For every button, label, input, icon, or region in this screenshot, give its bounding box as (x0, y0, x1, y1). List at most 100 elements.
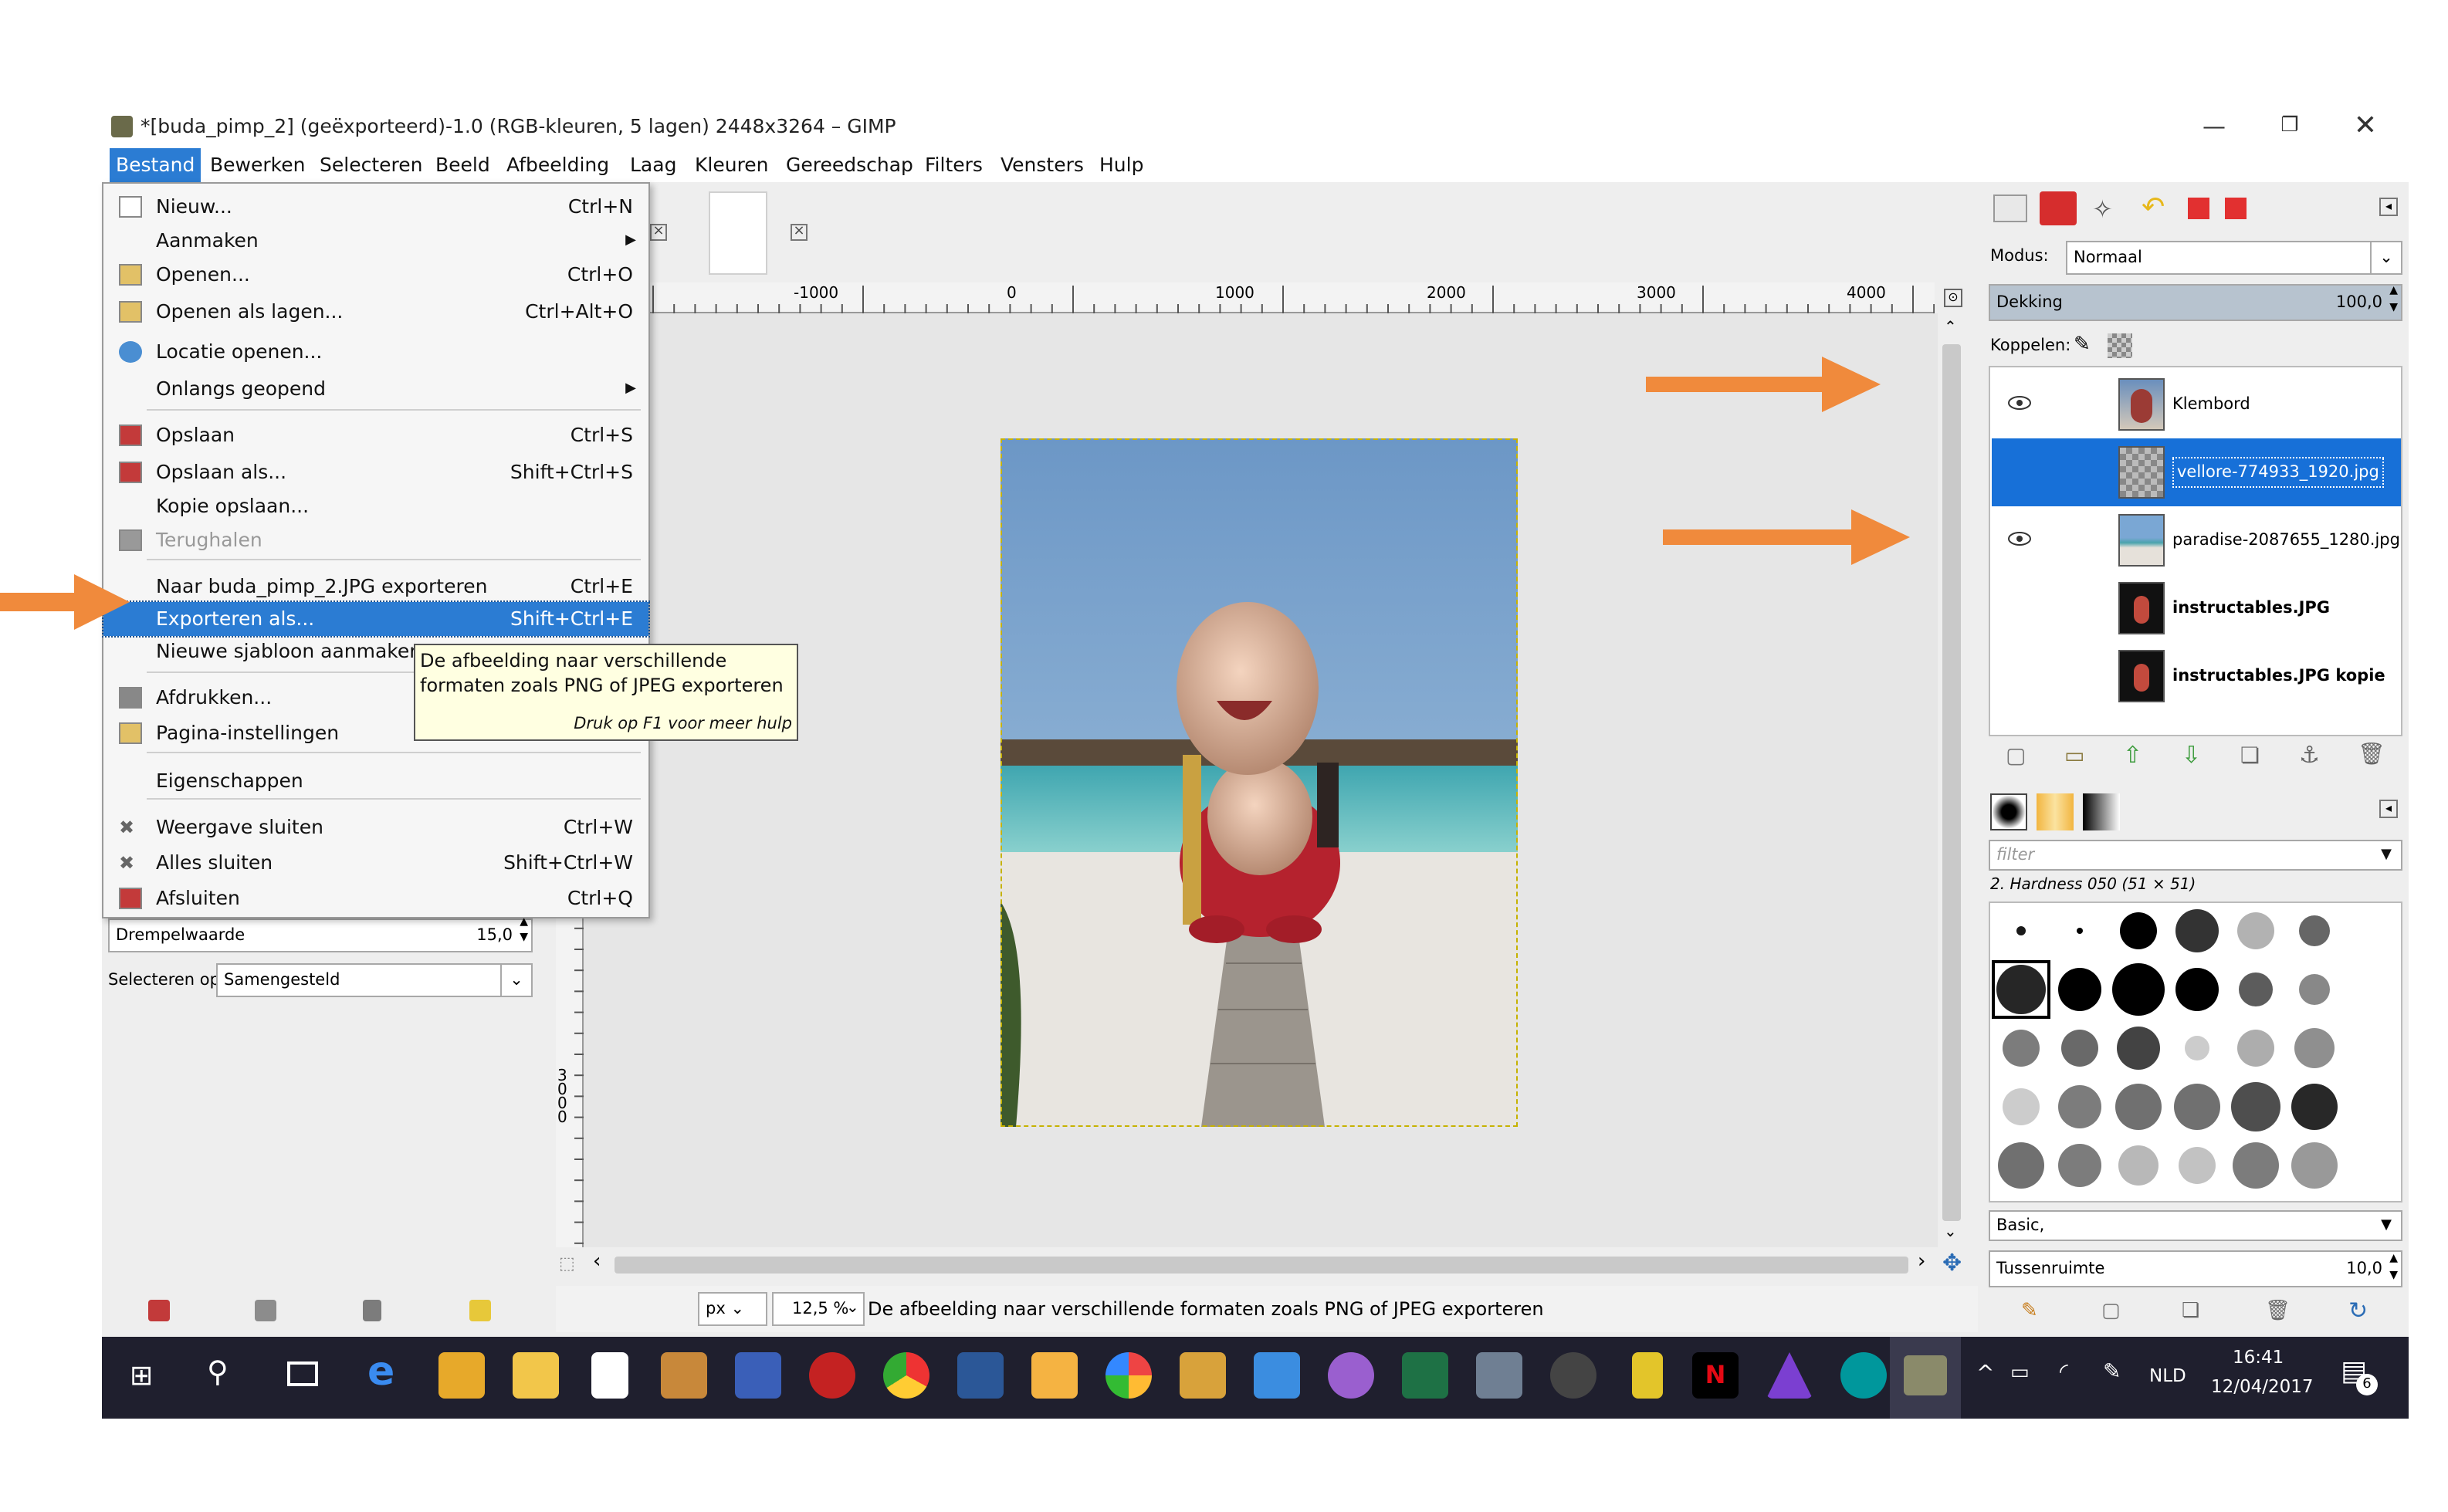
onedrive-icon[interactable] (1254, 1352, 1300, 1399)
reset-options-icon[interactable] (469, 1300, 491, 1321)
brush-filter-input[interactable]: filter ▼ (1989, 840, 2402, 871)
paths-tab-icon[interactable]: ✧ (2092, 194, 2129, 224)
layer-row[interactable]: paradise-2087655_1280.jpg (1992, 506, 2401, 574)
excel-icon[interactable] (1402, 1352, 1448, 1399)
menu-item-nieuw[interactable]: Nieuw... Ctrl+N (103, 190, 648, 224)
netflix-icon[interactable]: N (1692, 1352, 1739, 1399)
image-canvas[interactable] (584, 313, 1938, 1247)
battery-icon[interactable]: ▭ (2010, 1361, 2030, 1385)
edge-icon[interactable]: e (367, 1349, 394, 1395)
menu-afbeelding[interactable]: Afbeelding (500, 148, 615, 182)
delete-options-icon[interactable] (363, 1300, 381, 1321)
spin-arrows-icon[interactable]: ▲ ▼ (2389, 282, 2398, 316)
chevron-down-icon[interactable]: ⌄ (500, 965, 531, 996)
scrollbar-thumb[interactable] (615, 1257, 1908, 1274)
menu-item-kopie-opslaan[interactable]: Kopie opslaan... (103, 489, 648, 523)
duplicate-layer-icon[interactable]: ❏ (2240, 744, 2260, 769)
app-icon[interactable] (1766, 1352, 1813, 1399)
navigate-move-icon[interactable]: ✥ (1942, 1249, 1962, 1277)
app-icon[interactable] (1632, 1352, 1663, 1399)
menu-item-opslaan-als[interactable]: Opslaan als... Shift+Ctrl+S (103, 455, 648, 489)
chevron-down-icon[interactable]: ▼ (2381, 841, 2392, 869)
menu-item-weergave-sluiten[interactable]: ✖ Weergave sluiten Ctrl+W (103, 810, 648, 844)
undo-history-icon[interactable]: ↶ (2142, 191, 2165, 224)
chevron-down-icon[interactable]: ⌄ (2370, 242, 2401, 273)
task-view-icon[interactable] (287, 1361, 318, 1386)
gimp-taskbar-button[interactable] (1890, 1337, 1961, 1419)
restore-icon[interactable]: ❐ (2254, 105, 2325, 148)
delete-layer-icon[interactable]: 🗑 (2358, 742, 2385, 767)
picasa-icon[interactable] (1105, 1352, 1152, 1399)
scroll-left-icon[interactable]: ‹ (593, 1250, 601, 1274)
tab-close-icon[interactable]: × (791, 224, 808, 241)
chevron-down-icon[interactable]: ▼ (2381, 1212, 2392, 1240)
app-icon[interactable] (1476, 1352, 1522, 1399)
eye-icon[interactable] (2007, 394, 2032, 412)
minimize-icon[interactable]: — (2179, 105, 2250, 148)
mail-icon[interactable] (438, 1352, 485, 1399)
vertical-scrollbar[interactable]: ⌃ ⌄ (1938, 313, 1966, 1247)
tab-icon[interactable] (2225, 198, 2247, 219)
close-icon[interactable]: ✕ (2330, 105, 2401, 148)
quick-mask-icon[interactable]: ⬚ (559, 1253, 575, 1274)
language-indicator[interactable]: NLD (2149, 1365, 2186, 1386)
menu-beeld[interactable]: Beeld (429, 148, 496, 182)
refresh-brushes-icon[interactable]: ↻ (2348, 1297, 2368, 1324)
menu-item-opslaan[interactable]: Opslaan Ctrl+S (103, 418, 648, 452)
scrollbar-thumb[interactable] (1942, 344, 1961, 1221)
menu-laag[interactable]: Laag (624, 148, 682, 182)
menu-gereedschap[interactable]: Gereedschap (780, 148, 919, 182)
delete-brush-icon[interactable]: 🗑 (2265, 1300, 2291, 1323)
new-layer-icon[interactable]: ▢ (2006, 744, 2026, 769)
new-brush-icon[interactable]: ▢ (2101, 1300, 2121, 1323)
scroll-right-icon[interactable]: › (1918, 1250, 1925, 1274)
scroll-down-icon[interactable]: ⌄ (1944, 1224, 1957, 1241)
layer-row-selected[interactable]: vellore-774933_1920.jpg (1992, 438, 2401, 506)
lock-paint-icon[interactable]: ✎ (2074, 333, 2091, 357)
menu-item-naar-buda-pimp-2-jpg-exporteren[interactable]: Naar buda_pimp_2.JPG exporteren Ctrl+E (103, 570, 648, 604)
search-icon[interactable]: ⚲ (207, 1355, 229, 1389)
menu-filters[interactable]: Filters (919, 148, 989, 182)
menu-vensters[interactable]: Vensters (994, 148, 1090, 182)
chevron-down-icon[interactable]: ⌄ (846, 1286, 859, 1332)
opacity-slider[interactable]: Dekking 100,0 ▲ ▼ (1989, 284, 2402, 321)
menu-item-afsluiten[interactable]: Afsluiten Ctrl+Q (103, 881, 648, 915)
chevron-up-icon[interactable]: ^ (1976, 1361, 1994, 1386)
layer-row[interactable]: instructables.JPG (1992, 574, 2401, 642)
image-tab-thumbnail[interactable] (709, 191, 767, 275)
menu-item-locatie-openen[interactable]: Locatie openen... (103, 335, 648, 369)
duplicate-brush-icon[interactable]: ❏ (2182, 1300, 2199, 1323)
brush-preset-dropdown[interactable]: Basic, ▼ (1989, 1210, 2402, 1241)
spacing-slider[interactable]: Tussenruimte 10,0 ▲ ▼ (1989, 1250, 2402, 1287)
lower-layer-icon[interactable]: ⇩ (2182, 741, 2201, 769)
edit-brush-icon[interactable]: ✎ (2021, 1300, 2038, 1323)
brushes-tab-icon[interactable] (1990, 793, 2027, 830)
scroll-up-icon[interactable]: ⌃ (1944, 320, 1957, 337)
menu-item-aanmaken[interactable]: Aanmaken ▶ (103, 224, 648, 258)
menu-item-eigenschappen[interactable]: Eigenschappen (103, 764, 648, 798)
mode-dropdown[interactable]: Normaal ⌄ (2066, 241, 2402, 275)
layer-row[interactable]: Klembord (1992, 370, 2401, 438)
save-options-icon[interactable] (148, 1300, 170, 1321)
threshold-spinner[interactable]: Drempelwaarde 15,0 ▲ ▼ (108, 915, 533, 952)
unit-select[interactable]: px ⌄ (698, 1292, 767, 1326)
clock-date[interactable]: 12/04/2017 (2211, 1375, 2314, 1397)
menu-item-exporteren-als[interactable]: Exporteren als... Shift+Ctrl+E (102, 600, 650, 638)
patterns-tab-icon[interactable] (2037, 793, 2074, 830)
menu-item-onlangs-geopend[interactable]: Onlangs geopend ▶ (103, 372, 648, 406)
store-icon[interactable] (591, 1352, 628, 1399)
tab-close-icon[interactable]: × (650, 224, 667, 241)
clock-time[interactable]: 16:41 (2233, 1346, 2284, 1368)
spin-arrows-icon[interactable]: ▲ ▼ (2389, 1250, 2398, 1284)
layer-row[interactable]: instructables.JPG kopie (1992, 642, 2401, 710)
restore-options-icon[interactable] (255, 1300, 276, 1321)
menu-selecteren[interactable]: Selecteren (313, 148, 428, 182)
menu-kleuren[interactable]: Kleuren (689, 148, 775, 182)
menu-bestand[interactable]: Bestand (110, 148, 201, 182)
arduino-icon[interactable] (1840, 1352, 1887, 1399)
menu-item-alles-sluiten[interactable]: ✖ Alles sluiten Shift+Ctrl+W (103, 846, 648, 880)
power-app-icon[interactable] (809, 1352, 855, 1399)
menu-item-terughalen[interactable]: Terughalen (103, 523, 648, 557)
menu-item-openen-als-lagen[interactable]: Openen als lagen... Ctrl+Alt+O (103, 295, 648, 329)
app-icon[interactable] (1180, 1352, 1226, 1399)
